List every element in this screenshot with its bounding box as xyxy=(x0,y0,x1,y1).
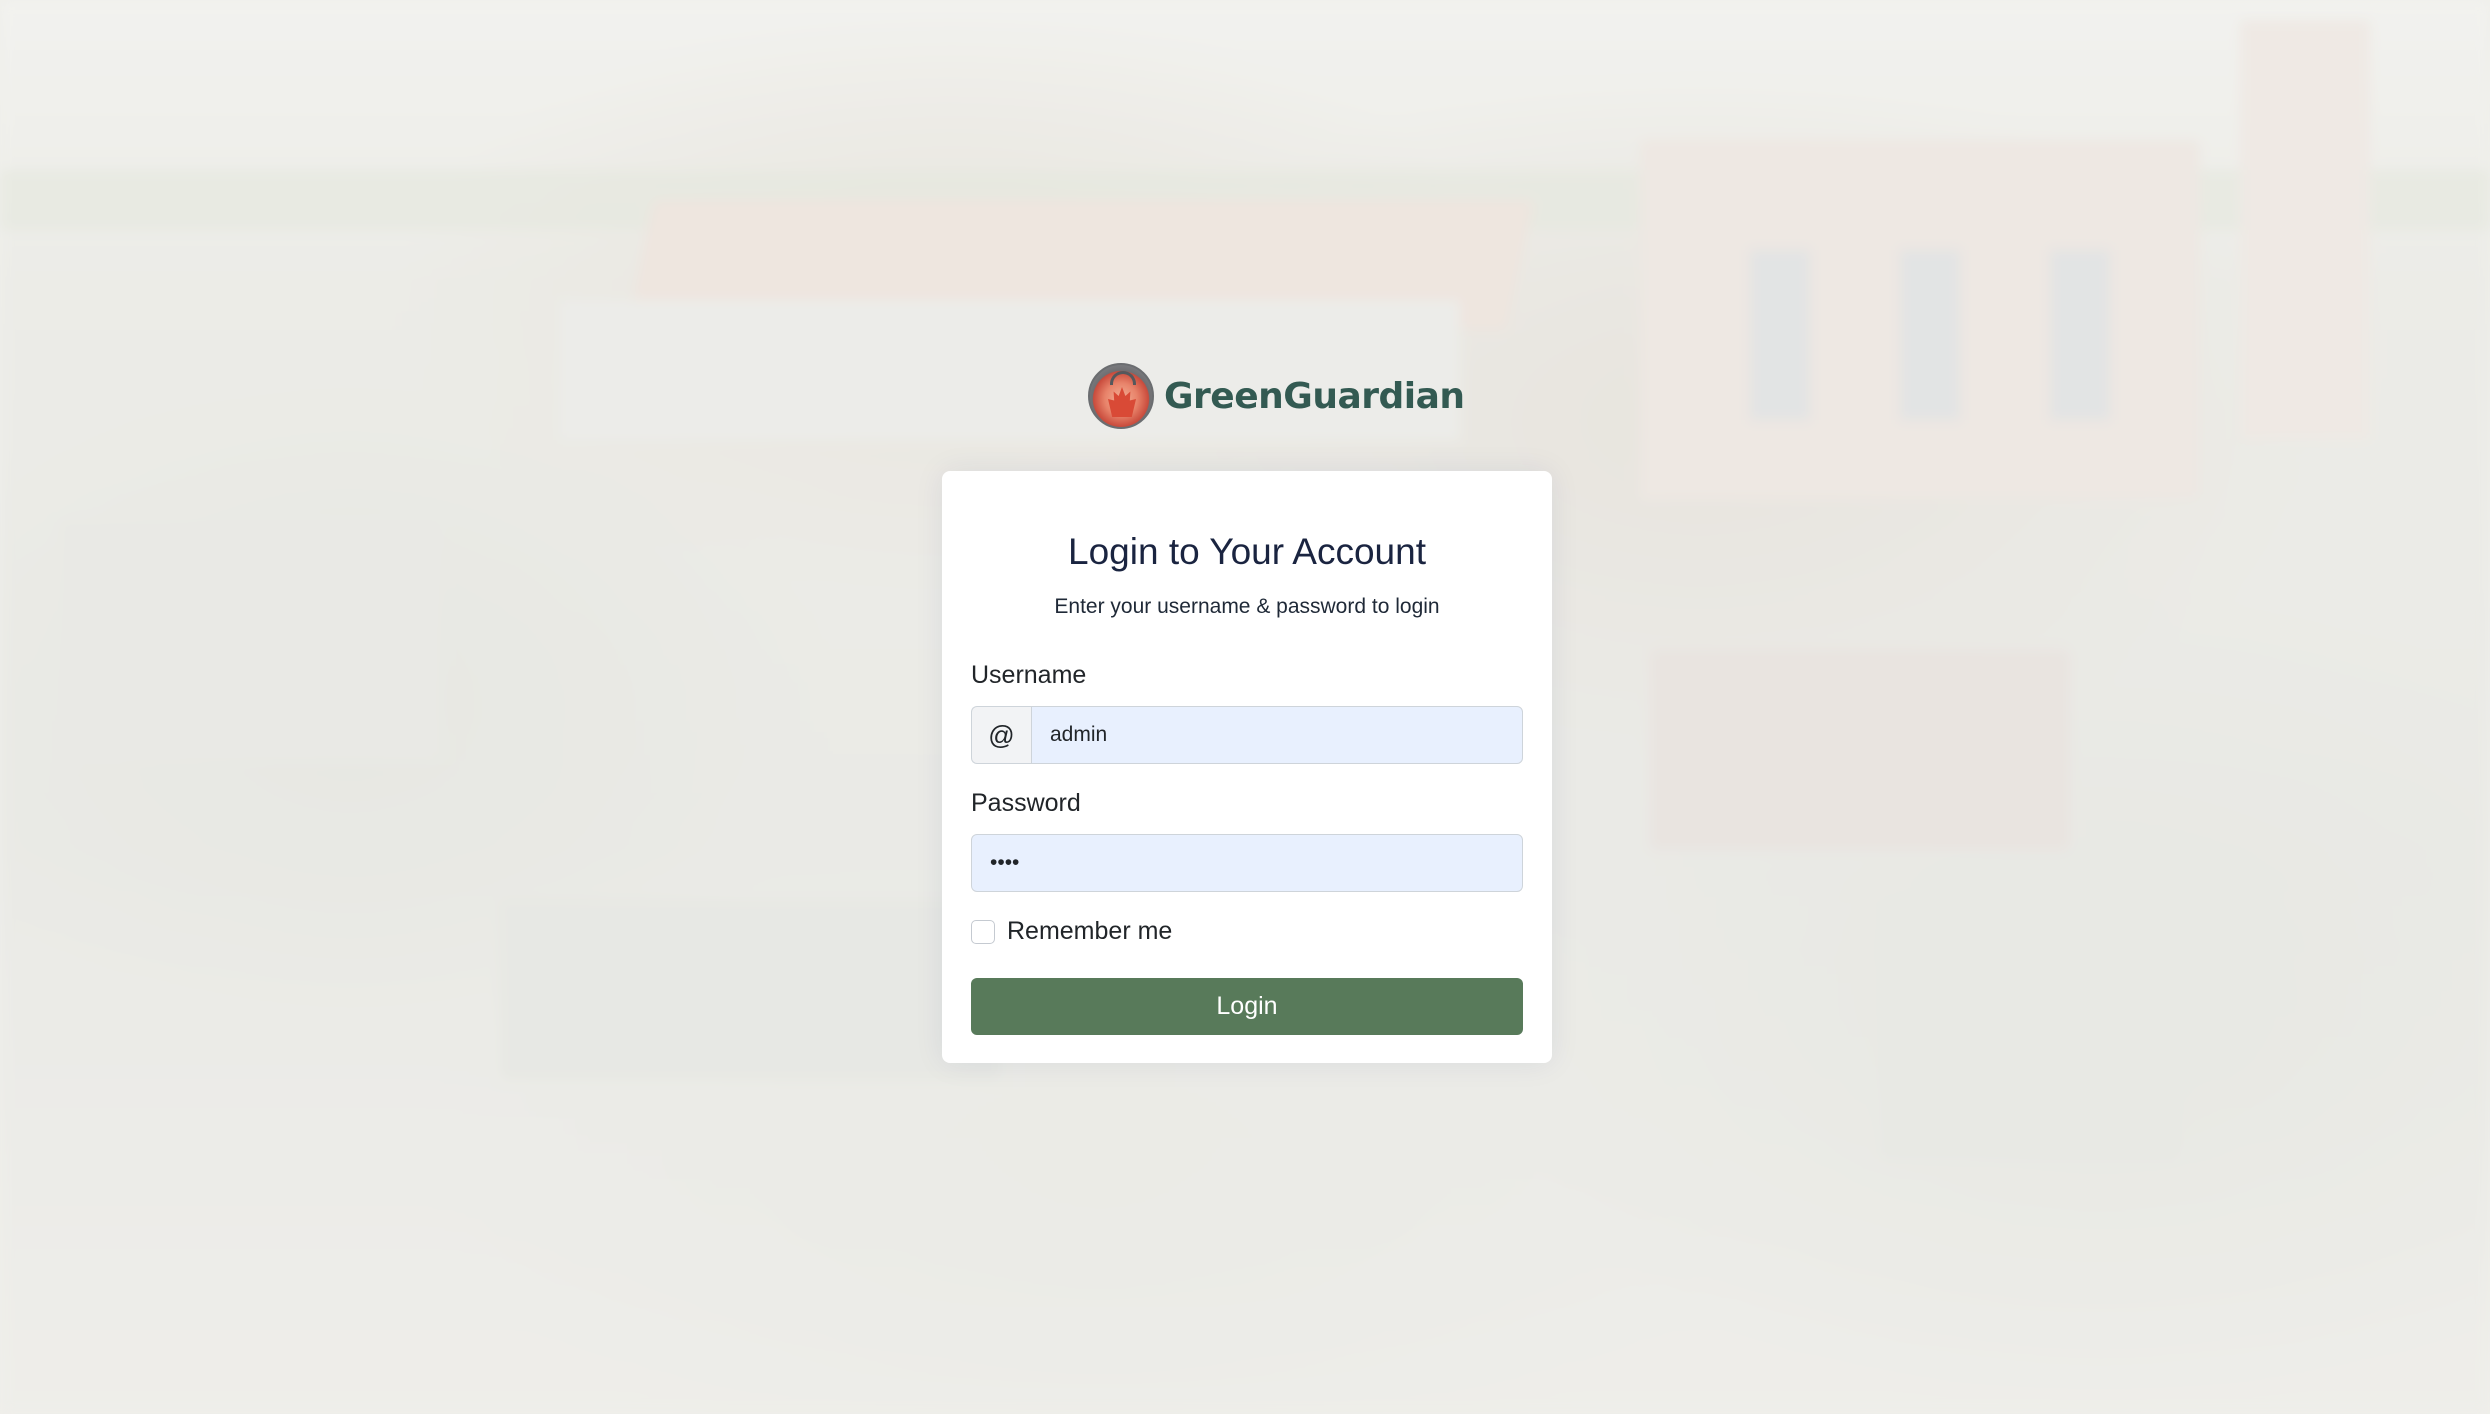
at-sign-icon: @ xyxy=(971,706,1031,764)
remember-me-checkbox[interactable] xyxy=(971,919,995,944)
password-label: Password xyxy=(971,789,1081,817)
login-title: Login to Your Account xyxy=(1068,531,1426,572)
brand-header[interactable]: GreenGuardian xyxy=(1088,360,1465,432)
username-label: Username xyxy=(971,661,1087,689)
username-input-group: @ xyxy=(971,706,1523,764)
username-input[interactable] xyxy=(1031,706,1523,764)
login-page: GreenGuardian Login to Your Account Ente… xyxy=(0,0,2490,1414)
login-card: Login to Your Account Enter your usernam… xyxy=(942,471,1552,1063)
password-input[interactable] xyxy=(971,834,1523,892)
greenguardian-logo-icon xyxy=(1088,363,1154,429)
remember-me[interactable]: Remember me xyxy=(971,917,1172,946)
login-button[interactable]: Login xyxy=(971,978,1523,1035)
login-subtitle: Enter your username & password to login xyxy=(1054,595,1440,618)
brand-name: GreenGuardian xyxy=(1164,375,1465,417)
remember-me-label[interactable]: Remember me xyxy=(1007,917,1172,946)
